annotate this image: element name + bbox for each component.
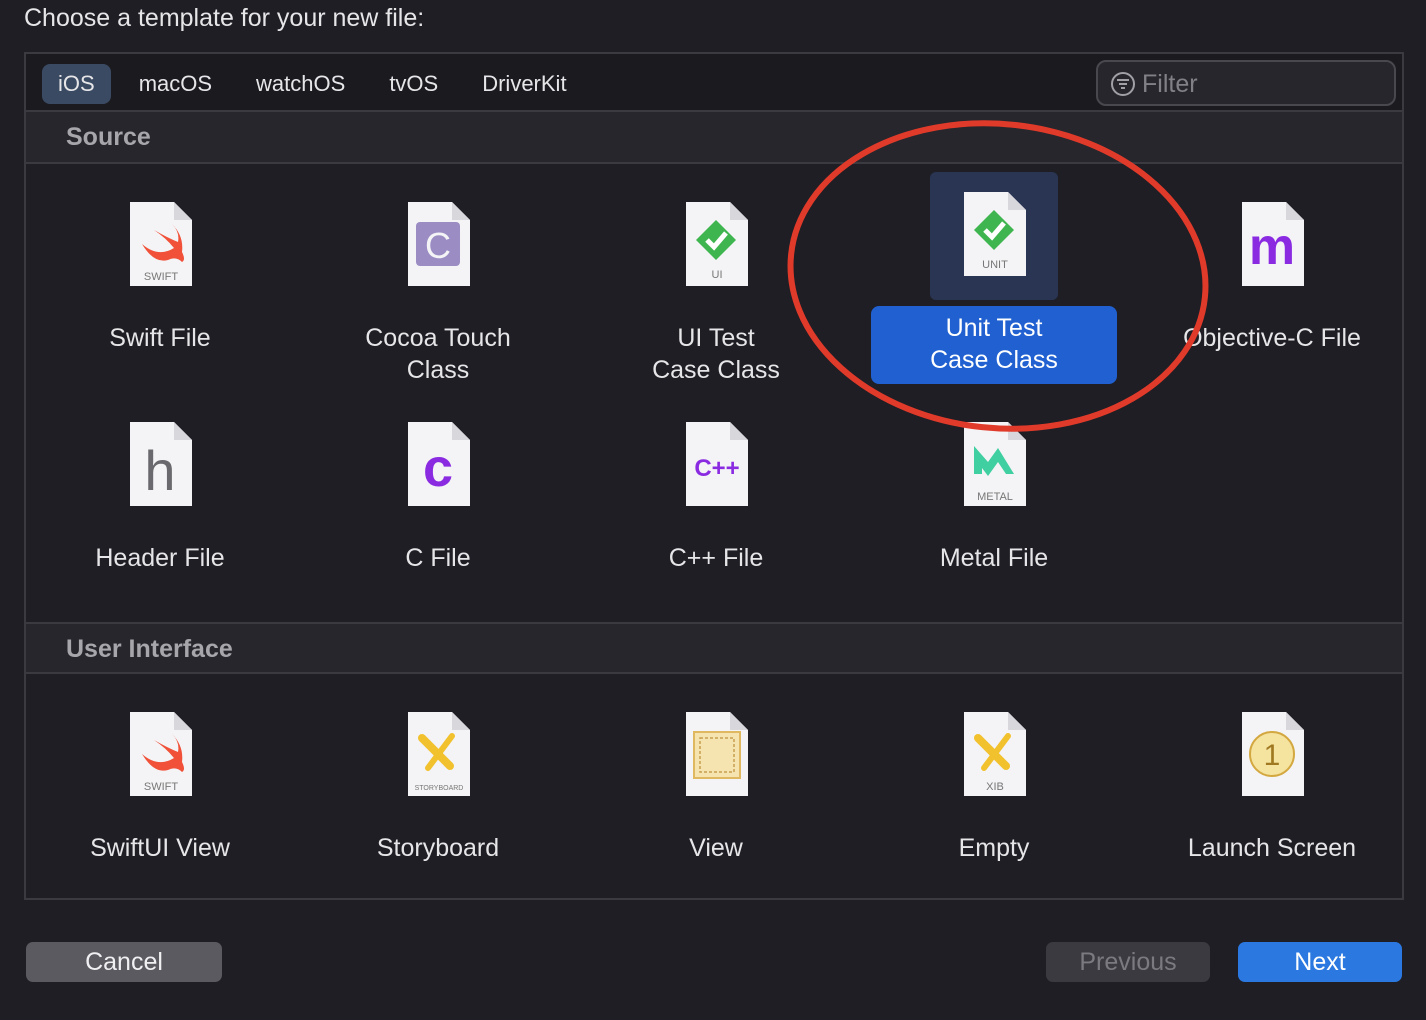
template-label: C File — [405, 544, 471, 572]
objective-c-file-icon: m — [1242, 202, 1304, 286]
icon-tile: XIB — [930, 692, 1058, 820]
template-label: Objective-C File — [1183, 324, 1361, 352]
launch-screen-icon: 1 — [1242, 712, 1304, 796]
icon-tile: STORYBOARD — [374, 692, 502, 820]
icon-tile: m — [1208, 182, 1336, 310]
dialog-prompt: Choose a template for your new file: — [24, 4, 425, 32]
ui-test-icon: UI — [686, 202, 748, 286]
storyboard-icon: STORYBOARD — [408, 712, 470, 796]
tab-tvos[interactable]: tvOS — [373, 64, 454, 104]
svg-text:C++: C++ — [694, 455, 739, 482]
template-cocoa-touch-class[interactable]: C Cocoa Touch Class — [313, 182, 563, 432]
cocoa-touch-class-icon: C — [408, 202, 470, 286]
template-ui-test-case-class[interactable]: UI UI Test Case Class — [591, 182, 841, 432]
cpp-file-icon: C++ — [686, 422, 748, 506]
previous-button[interactable]: Previous — [1046, 942, 1210, 982]
template-label: Launch Screen — [1187, 834, 1357, 862]
svg-text:METAL: METAL — [977, 491, 1013, 503]
template-label: C++ File — [668, 544, 764, 572]
template-swiftui-view[interactable]: SWIFT SwiftUI View — [35, 692, 285, 862]
tab-ios[interactable]: iOS — [42, 64, 111, 104]
svg-text:1: 1 — [1264, 739, 1281, 772]
icon-tile: c — [374, 402, 502, 530]
icon-tile: h — [96, 402, 224, 530]
svg-text:C: C — [425, 225, 451, 266]
metal-file-icon: METAL — [964, 422, 1026, 506]
template-metal-file[interactable]: METAL Metal File — [869, 402, 1119, 572]
tab-driverkit[interactable]: DriverKit — [466, 64, 582, 104]
svg-text:UI: UI — [712, 269, 723, 281]
section-header-user-interface: User Interface — [26, 622, 1402, 674]
svg-text:XIB: XIB — [986, 781, 1004, 793]
icon-tile: METAL — [930, 402, 1058, 530]
tab-macos[interactable]: macOS — [123, 64, 228, 104]
template-panel: iOS macOS watchOS tvOS DriverKit Source … — [24, 52, 1404, 900]
template-label: Cocoa Touch Class — [365, 324, 511, 384]
svg-text:c: c — [423, 438, 453, 498]
filter-field[interactable] — [1096, 60, 1396, 106]
template-label: Empty — [958, 834, 1030, 862]
template-c-file[interactable]: c C File — [313, 402, 563, 572]
icon-tile-selected: UNIT — [930, 172, 1058, 300]
template-label-selected: Unit Test Case Class — [871, 306, 1117, 384]
section-title: Source — [66, 123, 151, 151]
icon-tile: 1 — [1208, 692, 1336, 820]
template-label: Header File — [95, 544, 225, 572]
icon-tile — [652, 692, 780, 820]
template-label: UI Test Case Class — [652, 324, 780, 384]
section-title: User Interface — [66, 635, 233, 663]
icon-tile: SWIFT — [96, 182, 224, 310]
template-storyboard[interactable]: STORYBOARD Storyboard — [313, 692, 563, 862]
template-launch-screen[interactable]: 1 Launch Screen — [1147, 692, 1397, 862]
section-header-source: Source — [26, 112, 1402, 164]
next-button[interactable]: Next — [1238, 942, 1402, 982]
swiftui-view-icon: SWIFT — [130, 712, 192, 796]
filter-input[interactable] — [1142, 66, 1382, 102]
template-swift-file[interactable]: SWIFT Swift File — [35, 182, 285, 392]
template-header-file[interactable]: h Header File — [35, 402, 285, 572]
icon-tile: C — [374, 182, 502, 310]
c-file-icon: c — [408, 422, 470, 506]
tab-watchos[interactable]: watchOS — [240, 64, 361, 104]
icon-tile: UI — [652, 182, 780, 310]
svg-text:SWIFT: SWIFT — [144, 781, 178, 793]
template-view[interactable]: View — [591, 692, 841, 862]
template-objective-c-file[interactable]: m Objective-C File — [1147, 182, 1397, 392]
swift-file-icon: SWIFT — [130, 202, 192, 286]
svg-text:UNIT: UNIT — [982, 259, 1008, 271]
svg-text:SWIFT: SWIFT — [144, 271, 178, 283]
view-icon — [686, 712, 748, 796]
template-label: SwiftUI View — [90, 834, 230, 862]
template-empty-xib[interactable]: XIB Empty — [869, 692, 1119, 862]
template-cpp-file[interactable]: C++ C++ File — [591, 402, 841, 572]
cancel-button[interactable]: Cancel — [26, 942, 222, 982]
template-label: Swift File — [109, 324, 211, 352]
svg-text:m: m — [1249, 218, 1295, 276]
template-label: Metal File — [939, 544, 1049, 572]
template-label: Storyboard — [376, 834, 500, 862]
svg-text:h: h — [144, 439, 175, 502]
unit-test-icon: UNIT — [964, 192, 1026, 276]
template-label: View — [689, 834, 743, 862]
xib-icon: XIB — [964, 712, 1026, 796]
icon-tile: SWIFT — [96, 692, 224, 820]
template-unit-test-case-class[interactable]: UNIT Unit Test Case Class — [869, 172, 1119, 432]
svg-text:STORYBOARD: STORYBOARD — [415, 785, 464, 792]
header-file-icon: h — [130, 422, 192, 506]
filter-icon — [1111, 72, 1135, 96]
icon-tile: C++ — [652, 402, 780, 530]
platform-tab-bar: iOS macOS watchOS tvOS DriverKit — [26, 54, 1402, 112]
